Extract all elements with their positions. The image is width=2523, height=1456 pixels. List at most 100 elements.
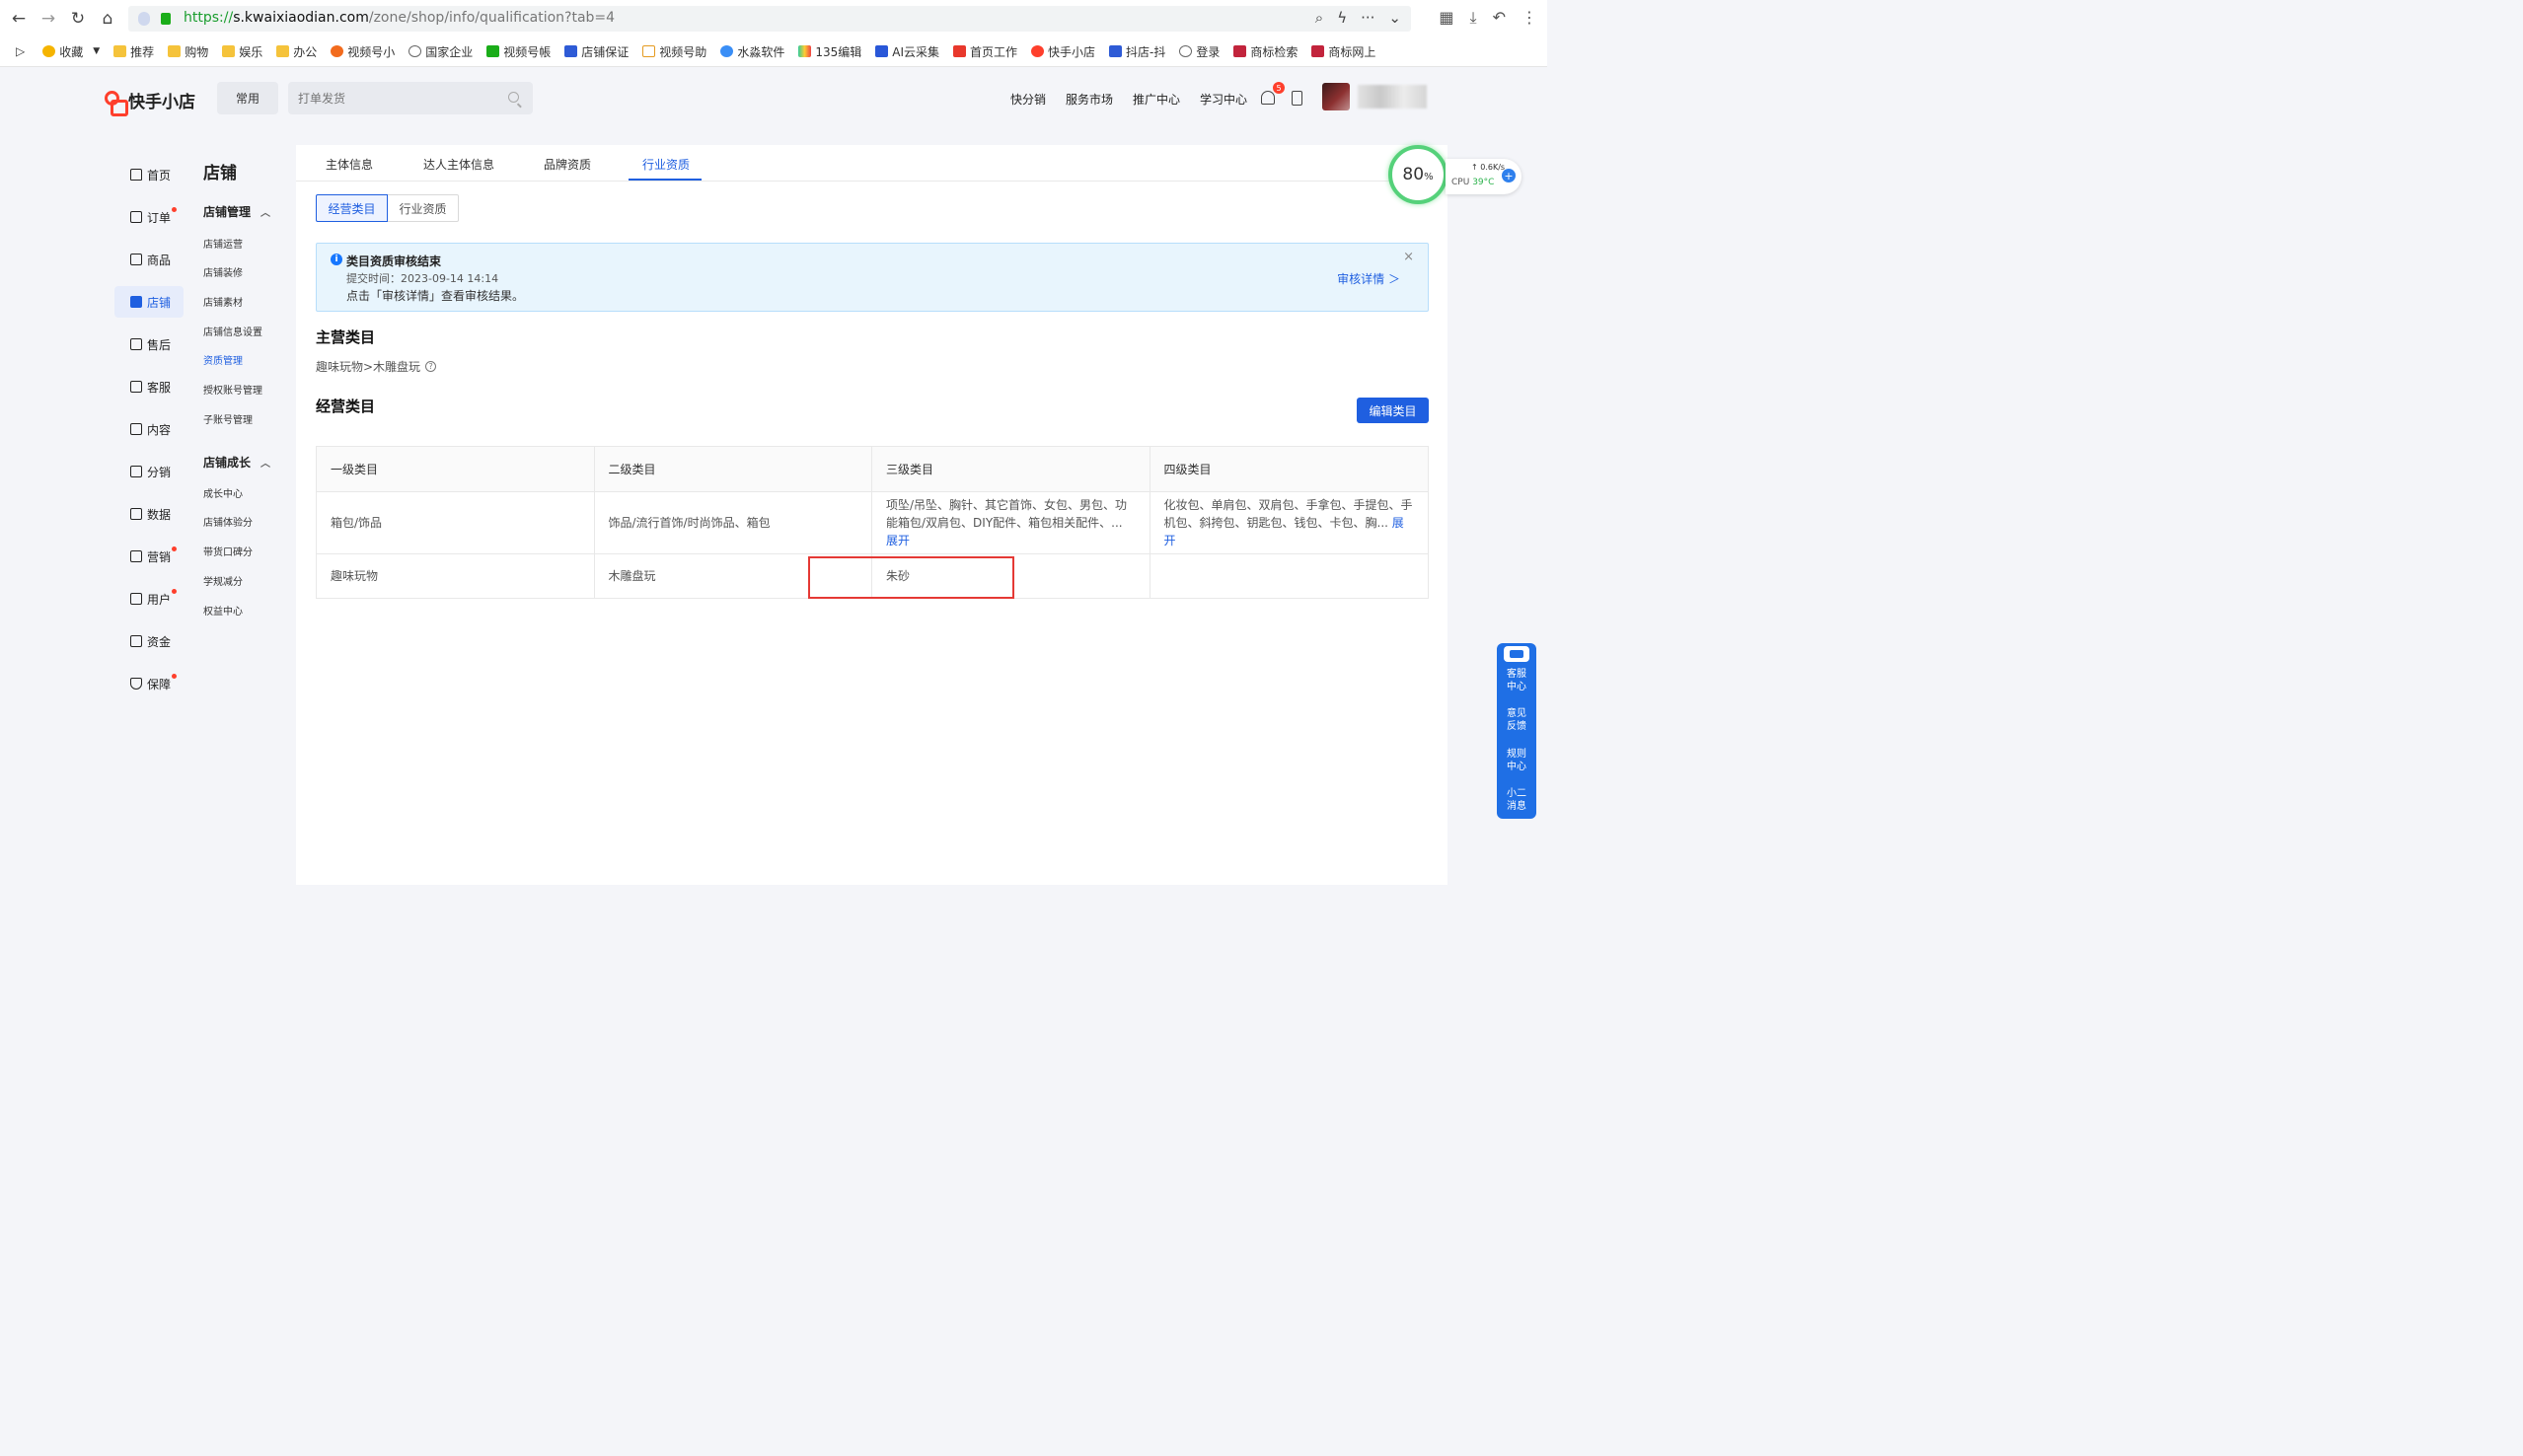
sidebar-item-store[interactable]: 店铺 — [114, 286, 184, 318]
zoom-icon[interactable]: ⌕ — [1315, 9, 1323, 27]
apps-grid-icon[interactable]: ▦ — [1439, 8, 1453, 28]
bookmark-item[interactable]: 国家企业 — [408, 43, 473, 60]
submenu-group-store-manage[interactable]: 店铺管理 ︿ — [203, 203, 270, 220]
search-icon[interactable] — [508, 92, 519, 103]
submenu-item-reputation-score[interactable]: 带货口碑分 — [203, 544, 253, 558]
bookmark-item[interactable]: 首页工作 — [952, 43, 1017, 60]
float-feedback[interactable]: 意见 反馈 — [1497, 707, 1536, 733]
bookmark-item[interactable]: 登录 — [1179, 43, 1220, 60]
folder-icon — [113, 45, 127, 57]
submenu-item-store-operation[interactable]: 店铺运营 — [203, 236, 243, 251]
bookmark-label: 国家企业 — [425, 44, 474, 59]
kuaishou-logo-icon — [105, 90, 128, 116]
sidebar-item-funds[interactable]: 资金 — [114, 625, 184, 657]
link-promotion-center[interactable]: 推广中心 — [1133, 91, 1180, 108]
bookmark-item[interactable]: 娱乐 — [222, 43, 262, 60]
tab-influencer-entity-info[interactable]: 达人主体信息 — [423, 156, 494, 173]
cpu-monitor-widget[interactable]: 80% ↑ 0.6K/s CPU 39°C + — [1386, 141, 1524, 210]
bookmark-item[interactable]: 快手小店 — [1031, 43, 1095, 60]
bookmark-item[interactable]: 抖店-抖 — [1109, 43, 1165, 60]
bookmark-item[interactable]: 商标检索 — [1233, 43, 1298, 60]
segment-business-category[interactable]: 经营类目 — [316, 194, 388, 222]
home-icon[interactable]: ⌂ — [97, 8, 118, 30]
service-robot-icon[interactable] — [1504, 646, 1529, 662]
link-kuaifenxiao[interactable]: 快分销 — [1010, 91, 1046, 108]
back-icon[interactable]: ← — [8, 8, 30, 30]
close-icon[interactable]: × — [1403, 250, 1414, 264]
float-messages[interactable]: 小二 消息 — [1497, 787, 1536, 813]
submenu-item-benefits-center[interactable]: 权益中心 — [203, 603, 243, 618]
submenu-item-store-info-settings[interactable]: 店铺信息设置 — [203, 324, 262, 338]
bookmark-item[interactable]: 135编辑 — [798, 43, 861, 60]
bookmark-item[interactable]: 水淼软件 — [720, 43, 784, 60]
phone-icon[interactable] — [1292, 91, 1302, 106]
bookmark-item[interactable]: 视频号助 — [642, 43, 706, 60]
submenu-item-store-materials[interactable]: 店铺素材 — [203, 294, 243, 309]
menu-icon[interactable]: ⋮ — [1521, 8, 1537, 28]
tab-brand-qualification[interactable]: 品牌资质 — [544, 156, 591, 173]
bookmark-item[interactable]: 店铺保证 — [564, 43, 629, 60]
star-icon — [42, 45, 56, 57]
sidebar-item-marketing[interactable]: 营销 — [114, 541, 184, 572]
bookmark-item[interactable]: AI云采集 — [875, 43, 939, 60]
bookmark-item[interactable]: 办公 — [276, 43, 317, 60]
more-icon[interactable]: ··· — [1361, 9, 1374, 27]
bookmark-item[interactable]: 商标网上 — [1311, 43, 1375, 60]
sidebar-item-aftersale[interactable]: 售后 — [114, 328, 184, 360]
logo[interactable]: 快手小店 — [105, 88, 195, 116]
download-icon[interactable]: ⤓ — [1470, 8, 1477, 28]
sidebar-item-users[interactable]: 用户 — [114, 583, 184, 615]
bell-icon[interactable] — [1261, 91, 1275, 105]
edit-category-button[interactable]: 编辑类目 — [1357, 398, 1429, 423]
sidebar-item-data[interactable]: 数据 — [114, 498, 184, 530]
bookmark-item[interactable]: 推荐 — [113, 43, 154, 60]
plus-icon[interactable]: + — [1502, 169, 1516, 182]
lightning-icon[interactable]: ϟ — [1337, 9, 1347, 27]
forward-icon[interactable]: → — [37, 8, 59, 30]
sidebar-item-orders[interactable]: 订单 — [114, 201, 184, 233]
sidebar-item-products[interactable]: 商品 — [114, 244, 184, 275]
undo-icon[interactable]: ↶ — [1493, 8, 1506, 28]
reload-icon[interactable]: ↻ — [67, 8, 89, 30]
search-input[interactable] — [288, 82, 485, 114]
common-button[interactable]: 常用 — [217, 82, 278, 114]
link-learning-center[interactable]: 学习中心 — [1200, 91, 1247, 108]
tab-industry-qualification[interactable]: 行业资质 — [642, 156, 690, 173]
cpu-info-pill: ↑ 0.6K/s CPU 39°C + — [1446, 159, 1521, 194]
submenu-item-sub-accounts[interactable]: 子账号管理 — [203, 411, 253, 426]
search-box[interactable] — [288, 82, 533, 114]
sidebar-item-distribution[interactable]: 分销 — [114, 456, 184, 487]
bookmark-item[interactable]: 视频号帳 — [486, 43, 551, 60]
sidebar-item-service[interactable]: 客服 — [114, 371, 184, 402]
submenu-item-growth-center[interactable]: 成长中心 — [203, 485, 243, 500]
bookmark-label: 办公 — [293, 44, 318, 59]
segment-industry-qualification[interactable]: 行业资质 — [388, 194, 459, 222]
bookmark-label: 收藏 — [59, 44, 84, 59]
bookmark-item[interactable]: 视频号小 — [331, 43, 395, 60]
submenu-item-authorized-accounts[interactable]: 授权账号管理 — [203, 382, 262, 397]
submenu-group-store-growth[interactable]: 店铺成长 ︿ — [203, 454, 270, 471]
review-details-link[interactable]: 审核详情 ＞ — [1337, 270, 1400, 287]
sidebar-item-home[interactable]: 首页 — [114, 159, 184, 190]
tab-entity-info[interactable]: 主体信息 — [326, 156, 373, 173]
avatar[interactable] — [1322, 83, 1350, 110]
link-service-market[interactable]: 服务市场 — [1066, 91, 1113, 108]
url-text[interactable]: https://s.kwaixiaodian.com/zone/shop/inf… — [184, 10, 615, 26]
chevron-down-icon[interactable]: ⌄ — [1388, 9, 1401, 27]
submenu-item-experience-score[interactable]: 店铺体验分 — [203, 514, 253, 529]
float-rules-center[interactable]: 规则 中心 — [1497, 748, 1536, 773]
sidebar-toggle-icon[interactable]: ▷ — [16, 44, 25, 58]
sidebar-item-content[interactable]: 内容 — [114, 413, 184, 445]
submenu-item-rule-learning[interactable]: 学规减分 — [203, 573, 243, 588]
submenu-item-store-decoration[interactable]: 店铺装修 — [203, 264, 243, 279]
expand-link[interactable]: 展开 — [886, 534, 910, 547]
sidebar-item-guarantee[interactable]: 保障 — [114, 668, 184, 699]
cpu-percent-ring: 80% — [1388, 145, 1447, 204]
bookmark-item[interactable]: 购物 — [168, 43, 208, 60]
float-customer-service[interactable]: 客服 中心 — [1497, 668, 1536, 693]
address-bar[interactable]: https://s.kwaixiaodian.com/zone/shop/inf… — [128, 6, 1411, 32]
user-name-blurred[interactable] — [1358, 85, 1427, 109]
submenu-item-qualification[interactable]: 资质管理 — [203, 352, 243, 367]
help-icon[interactable]: ? — [425, 361, 437, 372]
bookmark-item[interactable]: 收藏 ▼ — [42, 43, 100, 60]
